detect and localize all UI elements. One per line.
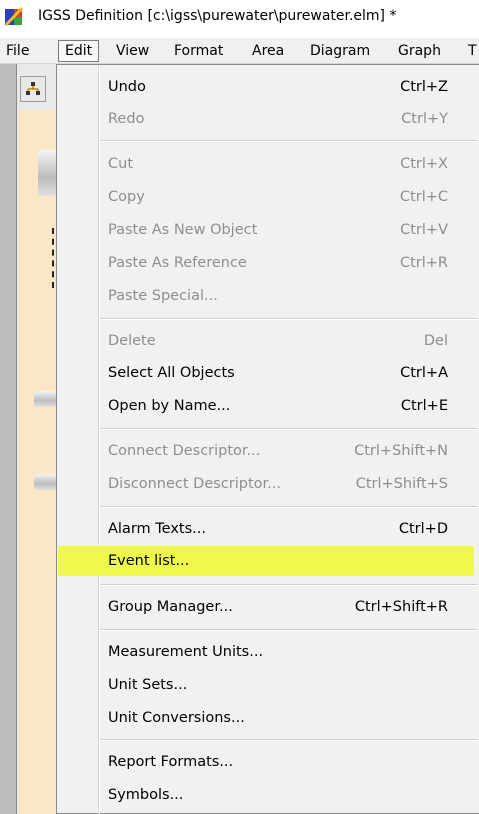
menu-item-shortcut: Ctrl+Shift+R [354, 599, 448, 615]
menu-item-paste-special[interactable]: Paste Special... [100, 281, 470, 311]
menu-item-symbols[interactable]: Symbols... [100, 780, 470, 810]
menu-item-label: Connect Descriptor... [108, 443, 261, 459]
menu-item-label: Cut [108, 156, 133, 172]
diagram-canvas [18, 110, 56, 814]
menu-diagram[interactable]: Diagram [304, 40, 376, 62]
app-icon[interactable] [4, 6, 26, 28]
menu-item-open-by-name[interactable]: Open by Name... Ctrl+E [100, 391, 470, 421]
menu-separator [100, 140, 478, 142]
menu-item-label: Paste Special... [108, 288, 218, 304]
window-frame [0, 64, 16, 814]
menu-item-alarm-texts[interactable]: Alarm Texts... Ctrl+D [100, 514, 470, 544]
menu-item-label: Unit Conversions... [108, 710, 245, 726]
menu-item-label: Alarm Texts... [108, 521, 206, 537]
menu-item-disconnect-descriptor[interactable]: Disconnect Descriptor... Ctrl+Shift+S [100, 469, 470, 499]
menu-view[interactable]: View [110, 40, 155, 62]
menu-item-shortcut: Ctrl+C [399, 189, 448, 205]
menu-graph[interactable]: Graph [392, 40, 447, 62]
menu-file[interactable]: File [0, 40, 35, 62]
menu-item-shortcut: Ctrl+E [400, 398, 448, 414]
menu-item-shortcut: Ctrl+Z [400, 79, 448, 95]
menu-item-copy[interactable]: Copy Ctrl+C [100, 182, 470, 212]
menu-separator [100, 428, 478, 430]
menu-item-label: Redo [108, 111, 145, 127]
menu-item-shortcut: Ctrl+Shift+S [355, 476, 448, 492]
menu-separator [100, 318, 478, 320]
menu-item-label: Delete [108, 333, 156, 349]
title-bar: IGSS Definition [c:\igss\purewater\purew… [0, 0, 479, 38]
menu-item-measurement-units[interactable]: Measurement Units... [100, 637, 470, 667]
menu-item-connect-descriptor[interactable]: Connect Descriptor... Ctrl+Shift+N [100, 436, 470, 466]
pipe-object [34, 391, 56, 407]
menu-item-cut[interactable]: Cut Ctrl+X [100, 149, 470, 179]
menu-item-shortcut: Ctrl+V [400, 222, 448, 238]
menu-item-label: Report Formats... [108, 754, 234, 770]
menu-item-shortcut: Ctrl+D [398, 521, 448, 537]
menu-item-label: Measurement Units... [108, 644, 264, 660]
menu-separator [100, 739, 478, 741]
menu-tools-partial[interactable]: T [462, 40, 479, 62]
menu-edit[interactable]: Edit [58, 40, 100, 62]
menu-separator [100, 629, 478, 631]
menu-item-unit-conversions[interactable]: Unit Conversions... [100, 703, 470, 733]
menu-item-label: Disconnect Descriptor... [108, 476, 281, 492]
menu-item-shortcut: Ctrl+A [400, 365, 448, 381]
pipe-object [34, 474, 56, 490]
menu-item-unit-sets[interactable]: Unit Sets... [100, 670, 470, 700]
window-title: IGSS Definition [c:\igss\purewater\purew… [38, 8, 397, 24]
menu-item-paste-as-new-object[interactable]: Paste As New Object Ctrl+V [100, 215, 470, 245]
menu-area[interactable]: Area [246, 40, 290, 62]
menu-item-shortcut: Del [423, 333, 448, 349]
menu-item-shortcut: Ctrl+Shift+N [354, 443, 448, 459]
menu-item-label: Undo [108, 79, 146, 95]
menu-separator [100, 584, 478, 586]
menu-item-shortcut: Ctrl+Y [401, 111, 448, 127]
menu-item-label: Select All Objects [108, 365, 235, 381]
menu-bar: File Edit View Format Area Diagram Graph… [0, 38, 479, 64]
diagram-tool-button[interactable] [20, 76, 46, 102]
menu-item-label: Unit Sets... [108, 677, 188, 693]
menu-separator [100, 506, 478, 508]
menu-item-shortcut: Ctrl+R [399, 255, 448, 271]
menu-item-delete[interactable]: Delete Del [100, 326, 470, 356]
menu-item-label: Paste As New Object [108, 222, 258, 238]
menu-item-label: Copy [108, 189, 145, 205]
menu-item-label: Paste As Reference [108, 255, 247, 271]
menu-item-select-all-objects[interactable]: Select All Objects Ctrl+A [100, 358, 470, 388]
menu-item-label: Event list... [108, 553, 190, 569]
menu-item-label: Open by Name... [108, 398, 231, 414]
selection-marker [52, 228, 54, 288]
menu-item-event-list[interactable]: Event list... [58, 546, 474, 576]
menu-item-paste-as-reference[interactable]: Paste As Reference Ctrl+R [100, 248, 470, 278]
menu-item-group-manager[interactable]: Group Manager... Ctrl+Shift+R [100, 592, 470, 622]
menu-item-label: Symbols... [108, 787, 184, 803]
tank-object [38, 150, 56, 196]
menu-item-undo[interactable]: Undo Ctrl+Z [100, 72, 470, 102]
diagram-icon [26, 82, 40, 95]
menu-item-label: Group Manager... [108, 599, 233, 615]
menu-format[interactable]: Format [168, 40, 229, 62]
menu-item-shortcut: Ctrl+X [400, 156, 448, 172]
menu-item-redo[interactable]: Redo Ctrl+Y [100, 104, 470, 134]
menu-item-report-formats[interactable]: Report Formats... [100, 747, 470, 777]
